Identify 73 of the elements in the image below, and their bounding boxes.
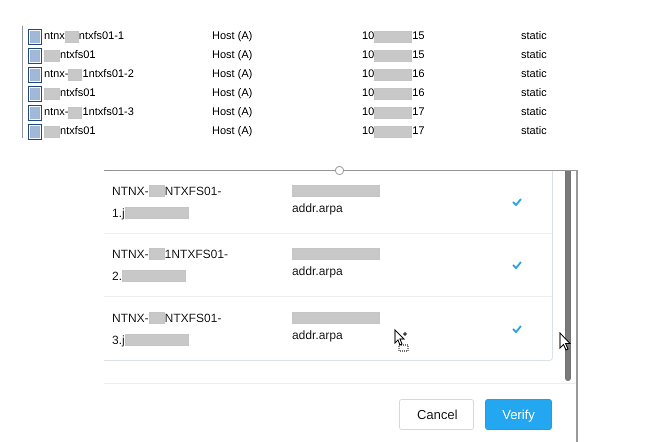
redaction bbox=[44, 126, 60, 138]
record-type: Host (A) bbox=[212, 86, 254, 102]
text-part: ntnx- bbox=[44, 105, 68, 120]
record-icon bbox=[28, 48, 42, 64]
host-suffix: 1.j bbox=[112, 205, 125, 222]
redaction bbox=[374, 68, 412, 80]
text-part: 10 bbox=[362, 29, 374, 44]
record-icon bbox=[28, 86, 42, 102]
text-part: 1NTXFS01- bbox=[164, 246, 228, 263]
record-type: Host (A) bbox=[212, 124, 254, 140]
redaction bbox=[68, 106, 82, 118]
text-part: 1ntxfs01-2 bbox=[82, 67, 134, 82]
redaction bbox=[44, 88, 60, 100]
record-timestamp: static bbox=[521, 105, 547, 120]
record-icon bbox=[28, 66, 42, 82]
record-timestamp: static bbox=[521, 86, 547, 102]
record-type: Host (A) bbox=[212, 105, 254, 120]
resize-handle[interactable] bbox=[335, 166, 344, 175]
redaction bbox=[68, 68, 82, 80]
text-part: NTNX- bbox=[112, 310, 149, 326]
text-part: NTNX- bbox=[112, 246, 149, 263]
record-timestamp: static bbox=[521, 67, 547, 82]
redaction bbox=[122, 270, 186, 282]
redaction bbox=[374, 106, 412, 118]
text-part: 15 bbox=[412, 29, 424, 44]
text-part: ntxfs01 bbox=[60, 124, 96, 140]
record-type: Host (A) bbox=[212, 29, 254, 44]
text-part: NTXFS01- bbox=[164, 183, 222, 200]
cancel-button[interactable]: Cancel bbox=[399, 399, 474, 430]
record-type: Host (A) bbox=[212, 67, 254, 82]
text-part: NTNX- bbox=[112, 183, 149, 200]
text-part: 10 bbox=[362, 86, 374, 102]
text-part: 10 bbox=[362, 124, 374, 140]
text-part: 15 bbox=[412, 48, 424, 64]
ptr-record: addr.arpa bbox=[292, 326, 343, 344]
redaction bbox=[374, 50, 412, 62]
redaction bbox=[148, 185, 165, 197]
text-part: 16 bbox=[412, 67, 424, 82]
record-icon bbox=[28, 28, 42, 44]
record-timestamp: static bbox=[521, 124, 547, 140]
text-part: ntxfs01-1 bbox=[78, 29, 124, 44]
text-part: 10 bbox=[362, 67, 374, 82]
text-part: 17 bbox=[412, 105, 424, 120]
text-part: ntxfs01 bbox=[60, 48, 96, 64]
redaction bbox=[44, 50, 60, 62]
redaction bbox=[374, 30, 412, 42]
record-timestamp: static bbox=[521, 29, 547, 44]
redaction bbox=[124, 334, 189, 346]
cursor-icon bbox=[394, 329, 411, 353]
text-part: ntxfs01 bbox=[60, 86, 96, 102]
text-part: 1ntxfs01-3 bbox=[82, 105, 134, 120]
text-part: 10 bbox=[362, 105, 374, 120]
text-part: NTXFS01- bbox=[164, 310, 222, 326]
redaction bbox=[124, 207, 189, 219]
text-part: 10 bbox=[362, 48, 374, 64]
text-part: 17 bbox=[412, 124, 424, 140]
host-suffix: 2. bbox=[112, 268, 122, 285]
redaction bbox=[64, 30, 79, 42]
ptr-record: addr.arpa bbox=[292, 263, 343, 280]
text-part: 16 bbox=[412, 86, 424, 102]
ptr-record: addr.arpa bbox=[292, 200, 343, 217]
record-icon bbox=[28, 124, 42, 140]
redaction bbox=[374, 126, 412, 138]
text-part: ntnx bbox=[44, 29, 65, 44]
redaction bbox=[148, 312, 165, 324]
redaction bbox=[148, 248, 165, 260]
host-suffix: 3.j bbox=[112, 332, 125, 348]
record-timestamp: static bbox=[521, 48, 547, 64]
redaction bbox=[374, 88, 412, 100]
record-type: Host (A) bbox=[212, 48, 254, 64]
text-part: ntnx- bbox=[44, 67, 68, 82]
cursor-icon bbox=[559, 332, 571, 351]
record-icon bbox=[28, 104, 42, 120]
